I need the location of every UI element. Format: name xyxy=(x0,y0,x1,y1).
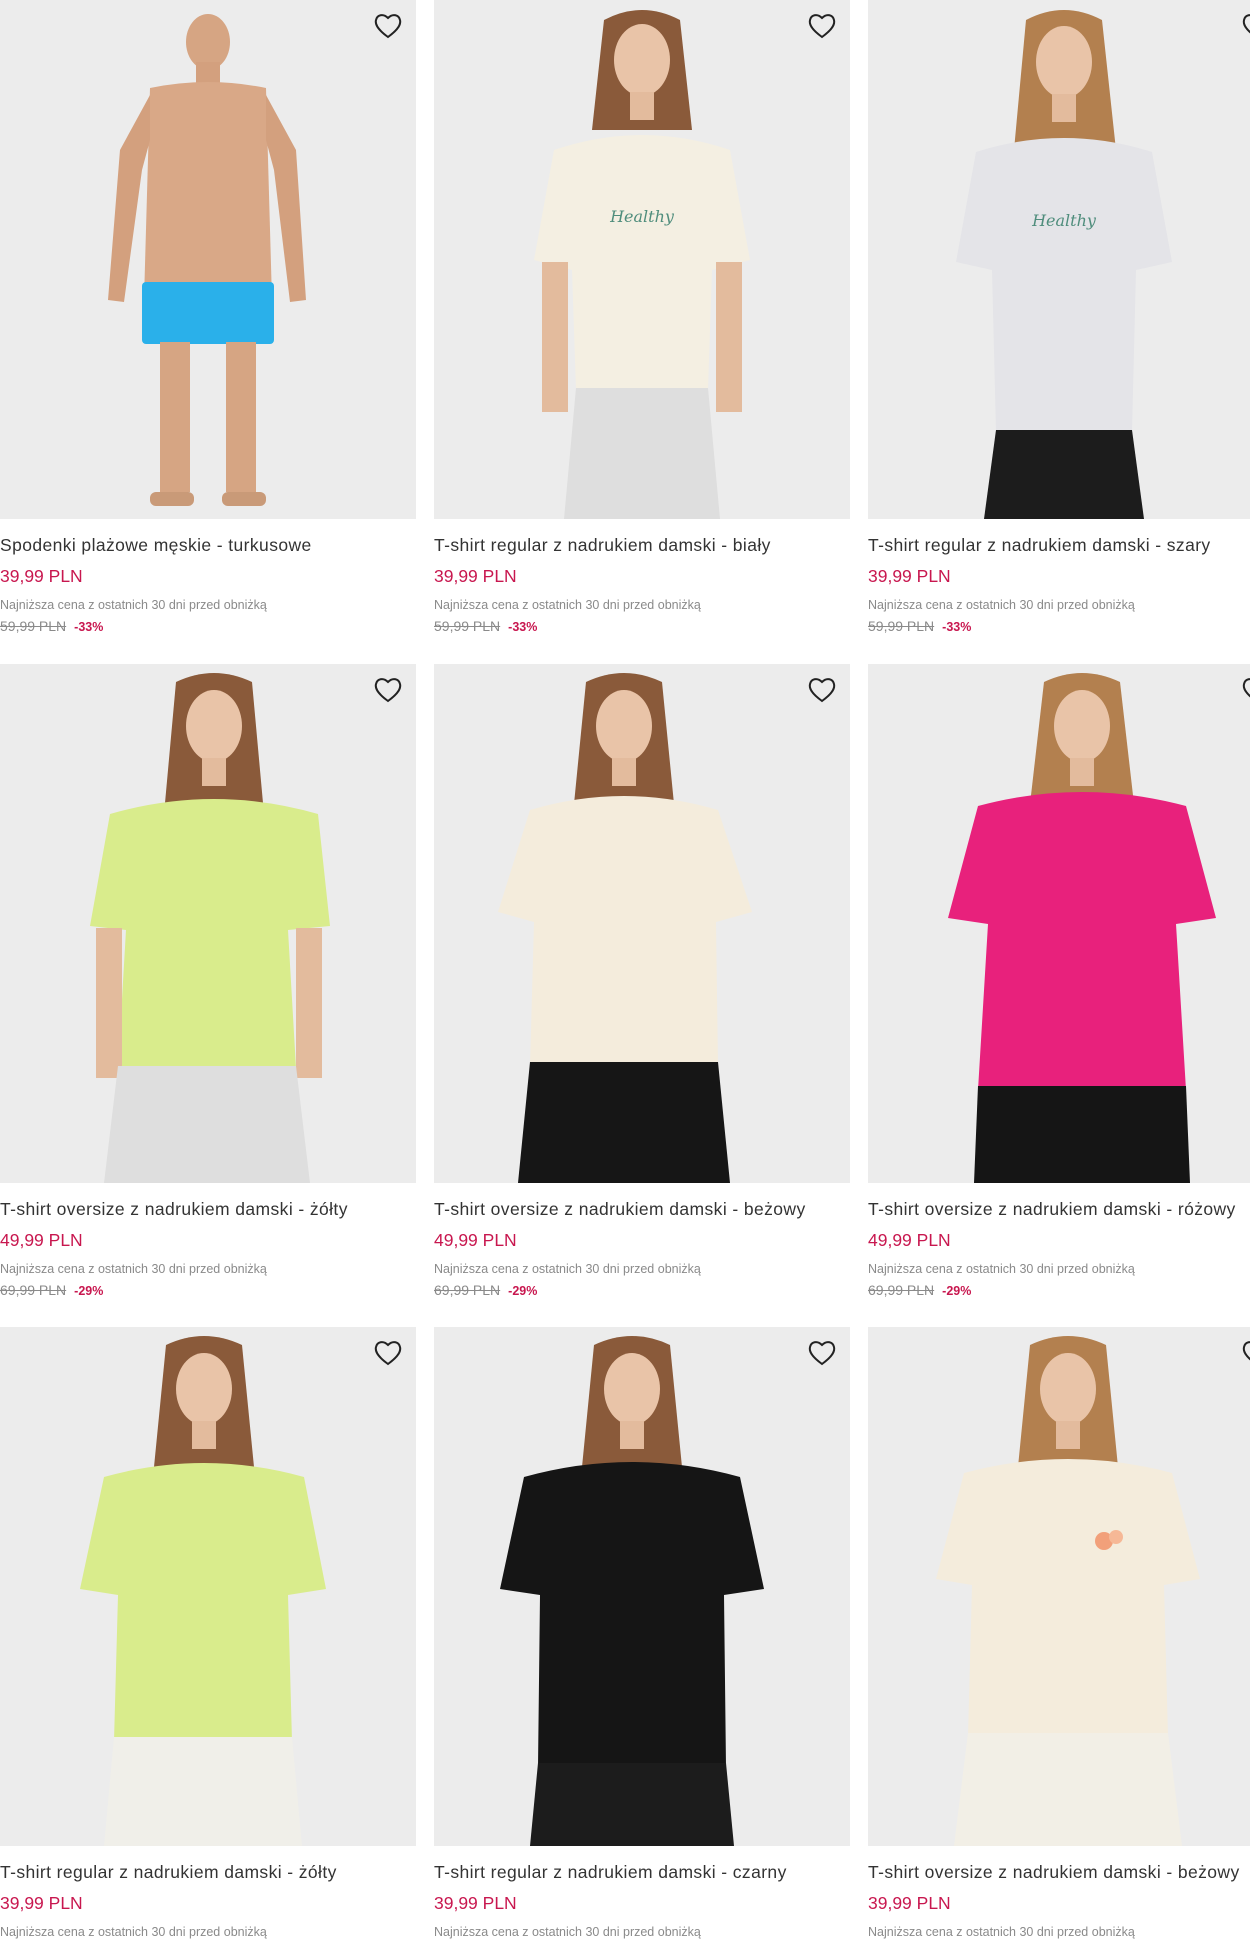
product-card[interactable]: T-shirt oversize z nadrukiem damski - żó… xyxy=(0,664,416,1299)
wishlist-button[interactable] xyxy=(805,1337,839,1369)
product-card[interactable]: T-shirt oversize z nadrukiem damski - be… xyxy=(868,1327,1250,1940)
heart-outline-icon xyxy=(808,1341,836,1366)
wishlist-button[interactable] xyxy=(805,674,839,706)
old-price-row: 69,99 PLN -29% xyxy=(434,1281,850,1299)
heart-outline-icon xyxy=(808,678,836,703)
heart-outline-icon xyxy=(374,1341,402,1366)
product-image xyxy=(868,1327,1250,1846)
product-card[interactable]: T-shirt oversize z nadrukiem damski - be… xyxy=(434,664,850,1299)
discount-badge: -33% xyxy=(74,620,104,634)
product-name[interactable]: T-shirt oversize z nadrukiem damski - żó… xyxy=(0,1198,416,1220)
old-price-row: 69,99 PLN -29% xyxy=(868,1281,1250,1299)
product-image xyxy=(0,0,416,519)
product-price: 49,99 PLN xyxy=(868,1230,951,1250)
wishlist-button[interactable] xyxy=(371,1337,405,1369)
product-name[interactable]: Spodenki plażowe męskie - turkusowe xyxy=(0,534,416,556)
old-price-row: 59,99 PLN -33% xyxy=(868,617,1250,635)
product-price: 39,99 PLN xyxy=(434,566,517,586)
product-photo[interactable] xyxy=(0,1327,416,1846)
discount-badge: -29% xyxy=(508,1284,538,1298)
garment-shape xyxy=(498,796,752,1066)
product-photo[interactable] xyxy=(868,1327,1250,1846)
old-price: 69,99 PLN xyxy=(434,1282,501,1298)
old-price: 59,99 PLN xyxy=(434,618,501,634)
lowest-price-note: Najniższa cena z ostatnich 30 dni przed … xyxy=(434,1925,701,1939)
lowest-price-note: Najniższa cena z ostatnich 30 dni przed … xyxy=(868,1262,1135,1276)
product-name[interactable]: T-shirt regular z nadrukiem damski - żół… xyxy=(0,1861,416,1883)
product-price: 49,99 PLN xyxy=(434,1230,517,1250)
heart-outline-icon xyxy=(1242,678,1250,698)
product-image xyxy=(434,664,850,1183)
old-price: 69,99 PLN xyxy=(868,1282,935,1298)
product-photo[interactable] xyxy=(868,664,1250,1183)
product-price: 39,99 PLN xyxy=(0,566,83,586)
wishlist-button[interactable] xyxy=(371,10,405,42)
lowest-price-note: Najniższa cena z ostatnich 30 dni przed … xyxy=(868,598,1135,612)
wishlist-button[interactable] xyxy=(805,10,839,42)
garment-shape xyxy=(142,282,274,344)
heart-outline-icon xyxy=(1242,1341,1250,1361)
product-price: 49,99 PLN xyxy=(0,1230,83,1250)
product-card[interactable]: Healthy T-shirt regular z nadrukiem dams… xyxy=(434,0,850,635)
product-photo[interactable] xyxy=(0,664,416,1183)
old-price-row: 69,99 PLN -29% xyxy=(0,1281,416,1299)
old-price: 59,99 PLN xyxy=(0,618,67,634)
discount-badge: -29% xyxy=(942,1284,972,1298)
product-name[interactable]: T-shirt regular z nadrukiem damski - sza… xyxy=(868,534,1250,556)
product-photo[interactable]: Healthy xyxy=(868,0,1250,519)
svg-text:Healthy: Healthy xyxy=(609,207,675,226)
lowest-price-note: Najniższa cena z ostatnich 30 dni przed … xyxy=(434,598,701,612)
product-card[interactable]: Healthy T-shirt regular z nadrukiem dams… xyxy=(868,0,1250,635)
heart-outline-icon xyxy=(374,678,402,703)
product-name[interactable]: T-shirt oversize z nadrukiem damski - be… xyxy=(868,1861,1250,1883)
lowest-price-note: Najniższa cena z ostatnich 30 dni przed … xyxy=(0,598,267,612)
old-price: 69,99 PLN xyxy=(0,1282,67,1298)
product-name[interactable]: T-shirt regular z nadrukiem damski - cza… xyxy=(434,1861,850,1883)
product-photo[interactable] xyxy=(0,0,416,519)
wishlist-button[interactable] xyxy=(371,674,405,706)
product-price: 39,99 PLN xyxy=(868,566,951,586)
svg-text:Healthy: Healthy xyxy=(1031,211,1097,230)
product-photo[interactable] xyxy=(434,1327,850,1846)
product-card[interactable]: T-shirt regular z nadrukiem damski - żół… xyxy=(0,1327,416,1940)
lowest-price-note: Najniższa cena z ostatnich 30 dni przed … xyxy=(434,1262,701,1276)
lowest-price-note: Najniższa cena z ostatnich 30 dni przed … xyxy=(0,1262,267,1276)
product-grid: Spodenki plażowe męskie - turkusowe 39,9… xyxy=(0,0,1250,1950)
heart-outline-icon xyxy=(808,14,836,39)
discount-badge: -29% xyxy=(74,1284,104,1298)
lowest-price-note: Najniższa cena z ostatnich 30 dni przed … xyxy=(0,1925,267,1939)
product-card[interactable]: Spodenki plażowe męskie - turkusowe 39,9… xyxy=(0,0,416,635)
product-photo[interactable]: Healthy xyxy=(434,0,850,519)
heart-outline-icon xyxy=(374,14,402,39)
product-card[interactable]: T-shirt oversize z nadrukiem damski - ró… xyxy=(868,664,1250,1299)
product-name[interactable]: T-shirt oversize z nadrukiem damski - be… xyxy=(434,1198,850,1220)
old-price-row: 59,99 PLN -33% xyxy=(0,617,416,635)
product-price: 39,99 PLN xyxy=(0,1893,83,1913)
garment-shape xyxy=(936,1459,1200,1737)
wishlist-button[interactable] xyxy=(1239,10,1250,42)
product-photo[interactable] xyxy=(434,664,850,1183)
discount-badge: -33% xyxy=(508,620,538,634)
discount-badge: -33% xyxy=(942,620,972,634)
product-image: Healthy xyxy=(434,0,850,519)
lowest-price-note: Najniższa cena z ostatnich 30 dni przed … xyxy=(868,1925,1135,1939)
product-image xyxy=(0,1327,416,1846)
heart-outline-icon xyxy=(1242,14,1250,34)
product-price: 39,99 PLN xyxy=(434,1893,517,1913)
wishlist-button[interactable] xyxy=(1239,1337,1250,1369)
product-price: 39,99 PLN xyxy=(868,1893,951,1913)
product-image xyxy=(0,664,416,1183)
product-card[interactable]: T-shirt regular z nadrukiem damski - cza… xyxy=(434,1327,850,1940)
garment-shape xyxy=(948,792,1216,1090)
product-image: Healthy xyxy=(868,0,1250,519)
old-price-row: 59,99 PLN -33% xyxy=(434,617,850,635)
old-price: 59,99 PLN xyxy=(868,618,935,634)
wishlist-button[interactable] xyxy=(1239,674,1250,706)
product-image xyxy=(868,664,1250,1183)
product-name[interactable]: T-shirt oversize z nadrukiem damski - ró… xyxy=(868,1198,1250,1220)
product-image xyxy=(434,1327,850,1846)
product-name[interactable]: T-shirt regular z nadrukiem damski - bia… xyxy=(434,534,850,556)
